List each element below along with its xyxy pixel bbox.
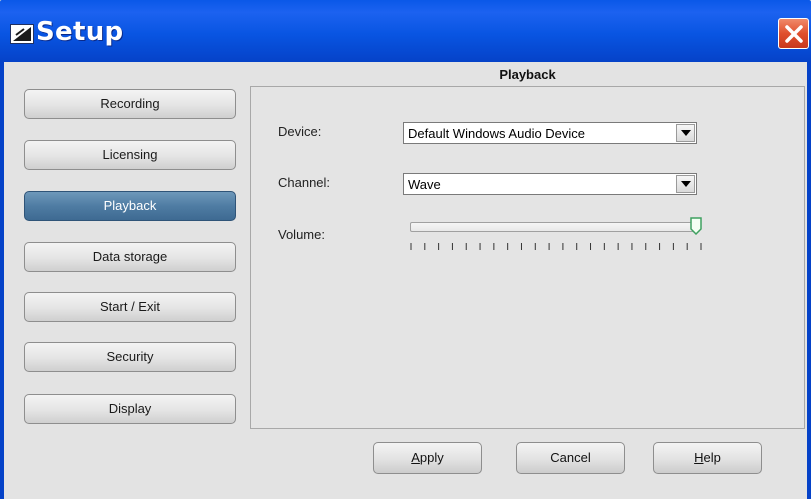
channel-select[interactable]: Wave xyxy=(403,173,697,195)
nav-data-storage-button[interactable]: Data storage xyxy=(24,242,236,272)
nav-recording-button[interactable]: Recording xyxy=(24,89,236,119)
volume-slider-thumb[interactable] xyxy=(690,217,702,235)
window-title: Setup xyxy=(36,17,124,47)
playback-panel: Device: Default Windows Audio Device Cha… xyxy=(250,86,805,429)
cancel-button[interactable]: Cancel xyxy=(516,442,625,474)
dialog-body: Recording Licensing Playback Data storag… xyxy=(4,62,807,499)
device-label: Device: xyxy=(278,124,322,139)
volume-label: Volume: xyxy=(278,227,325,242)
nav-start-exit-button[interactable]: Start / Exit xyxy=(24,292,236,322)
nav-licensing-button[interactable]: Licensing xyxy=(24,140,236,170)
nav-playback-button[interactable]: Playback xyxy=(24,191,236,221)
title-bar[interactable]: Setup xyxy=(0,0,811,62)
apply-label-rest: pply xyxy=(419,450,444,465)
nav-security-button[interactable]: Security xyxy=(24,342,236,372)
apply-button[interactable]: Apply xyxy=(373,442,482,474)
channel-dropdown-button[interactable] xyxy=(676,175,695,193)
close-button[interactable] xyxy=(778,18,809,49)
channel-select-value: Wave xyxy=(408,177,441,192)
dropdown-arrow-icon xyxy=(681,181,691,187)
dropdown-arrow-icon xyxy=(681,130,691,136)
setup-app-icon xyxy=(10,24,34,44)
close-icon xyxy=(785,25,803,43)
nav-display-button[interactable]: Display xyxy=(24,394,236,424)
device-select-value: Default Windows Audio Device xyxy=(408,126,586,141)
help-mnemonic: H xyxy=(694,450,704,465)
device-dropdown-button[interactable] xyxy=(676,124,695,142)
apply-mnemonic: A xyxy=(411,450,420,465)
help-label-rest: elp xyxy=(703,450,721,465)
volume-slider-track[interactable] xyxy=(410,222,700,232)
channel-label: Channel: xyxy=(278,175,331,190)
panel-title: Playback xyxy=(499,67,556,82)
window-frame-right xyxy=(807,62,811,499)
volume-tick-marks xyxy=(410,243,702,250)
help-button[interactable]: Help xyxy=(653,442,762,474)
device-select[interactable]: Default Windows Audio Device xyxy=(403,122,697,144)
